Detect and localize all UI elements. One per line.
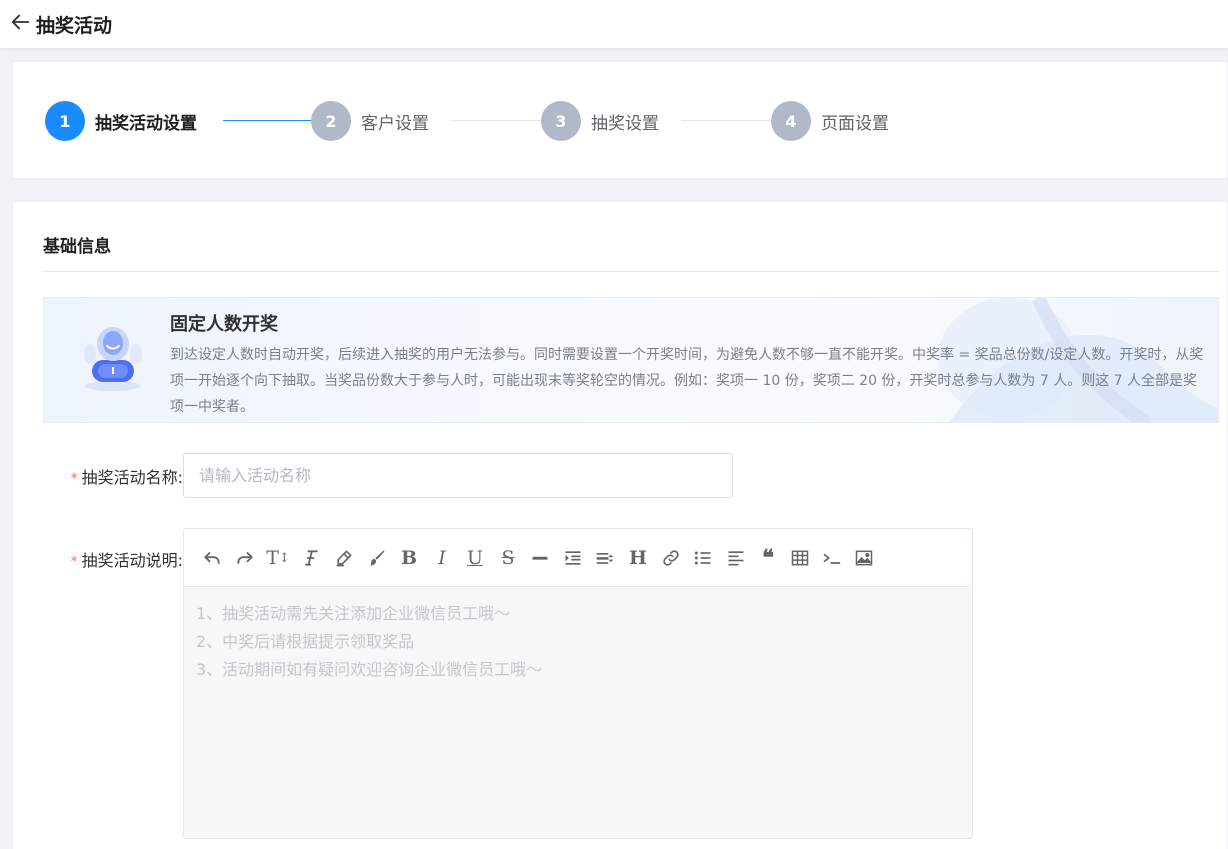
underline-icon[interactable]: U [463, 546, 487, 570]
indent-icon[interactable] [561, 546, 585, 570]
brush-icon[interactable] [365, 546, 389, 570]
step-indicator: 1 抽奖活动设置 2 客户设置 3 抽奖设置 4 页面设置 [45, 101, 1045, 141]
step-number: 2 [311, 101, 351, 141]
image-icon[interactable] [852, 546, 876, 570]
activity-desc-label-row: * 抽奖活动说明: [43, 547, 183, 571]
link-icon[interactable] [659, 546, 683, 570]
redo-icon[interactable] [233, 546, 257, 570]
divider [43, 271, 1219, 272]
editor-placeholder-line: 2、中奖后请根据提示领取奖品 [196, 632, 415, 651]
step-label: 客户设置 [361, 113, 429, 134]
robot-mascot-icon [84, 327, 142, 391]
step-4[interactable]: 4 页面设置 [771, 101, 889, 141]
step-3[interactable]: 3 抽奖设置 [541, 101, 659, 141]
step-number: 3 [541, 101, 581, 141]
undo-icon[interactable] [200, 546, 224, 570]
text-size-icon[interactable]: T ↕ [266, 546, 290, 570]
step-connector [451, 120, 541, 121]
lottery-mode-tip: 固定人数开奖 到达设定人数时自动开奖，后续进入抽奖的用户无法参与。同时需要设置一… [43, 297, 1219, 423]
heading-glyph: H [629, 547, 647, 569]
code-icon[interactable] [820, 546, 844, 570]
back-button[interactable]: 抽奖活动 [0, 11, 112, 38]
activity-name-label-row: * 抽奖活动名称: [43, 464, 183, 488]
basic-info-card: 基础信息 固定人数开奖 到达设定人数时自动开奖，后续进入抽奖的用户无法参与。同时… [12, 201, 1228, 849]
tip-title: 固定人数开奖 [170, 314, 278, 335]
strikethrough-glyph: S [501, 547, 515, 569]
page-title: 抽奖活动 [36, 14, 113, 37]
strikethrough-icon[interactable]: S [496, 546, 520, 570]
unordered-list-icon[interactable] [691, 546, 715, 570]
text-size-glyph: T [266, 547, 279, 569]
required-mark: * [70, 554, 78, 570]
top-bar: 抽奖活动 [0, 0, 1228, 48]
step-1[interactable]: 1 抽奖活动设置 [45, 101, 197, 141]
quote-icon[interactable]: ❝ [756, 545, 780, 571]
step-connector [681, 120, 771, 121]
activity-name-input[interactable] [183, 453, 733, 498]
editor-placeholder-line: 3、活动期间如有疑问欢迎咨询企业微信员工哦～ [196, 660, 543, 679]
section-title: 基础信息 [43, 237, 111, 257]
bold-glyph: B [400, 547, 418, 569]
steps-card: 1 抽奖活动设置 2 客户设置 3 抽奖设置 4 页面设置 [12, 61, 1228, 179]
arrow-left-icon[interactable] [10, 11, 32, 37]
editor-toolbar: T ↕ B I U S H ❝ [184, 529, 972, 587]
rich-text-editor: T ↕ B I U S H ❝ 1、抽奖活动需先关注添加企业微信员工哦～ 2、中… [183, 528, 973, 839]
italic-glyph: I [438, 547, 446, 569]
step-connector [223, 120, 311, 121]
font-family-icon[interactable] [299, 546, 323, 570]
table-icon[interactable] [788, 546, 812, 570]
italic-icon[interactable]: I [430, 546, 454, 570]
step-number: 4 [771, 101, 811, 141]
highlighter-icon[interactable] [332, 546, 356, 570]
heading-icon[interactable]: H [626, 546, 650, 570]
activity-desc-label-text: 抽奖活动说明: [81, 551, 183, 570]
align-left-icon[interactable] [724, 546, 748, 570]
activity-desc-label: * 抽奖活动说明: [71, 547, 183, 571]
tip-description: 到达设定人数时自动开奖，后续进入抽奖的用户无法参与。同时需要设置一个开奖时间，为… [170, 347, 1204, 415]
line-height-icon[interactable] [593, 546, 617, 570]
activity-name-label: * 抽奖活动名称: [71, 464, 183, 488]
editor-content-area[interactable]: 1、抽奖活动需先关注添加企业微信员工哦～ 2、中奖后请根据提示领取奖品 3、活动… [184, 588, 972, 838]
step-label: 抽奖设置 [591, 113, 659, 134]
bold-icon[interactable]: B [397, 546, 421, 570]
step-2[interactable]: 2 客户设置 [311, 101, 429, 141]
horizontal-rule-icon[interactable] [528, 546, 552, 570]
step-label: 抽奖活动设置 [95, 113, 197, 134]
quote-glyph: ❝ [762, 545, 774, 571]
step-label: 页面设置 [821, 113, 889, 134]
required-mark: * [70, 471, 78, 487]
editor-placeholder-line: 1、抽奖活动需先关注添加企业微信员工哦～ [196, 604, 511, 623]
underline-glyph: U [466, 547, 483, 569]
step-number: 1 [45, 101, 85, 141]
activity-name-label-text: 抽奖活动名称: [81, 468, 183, 487]
